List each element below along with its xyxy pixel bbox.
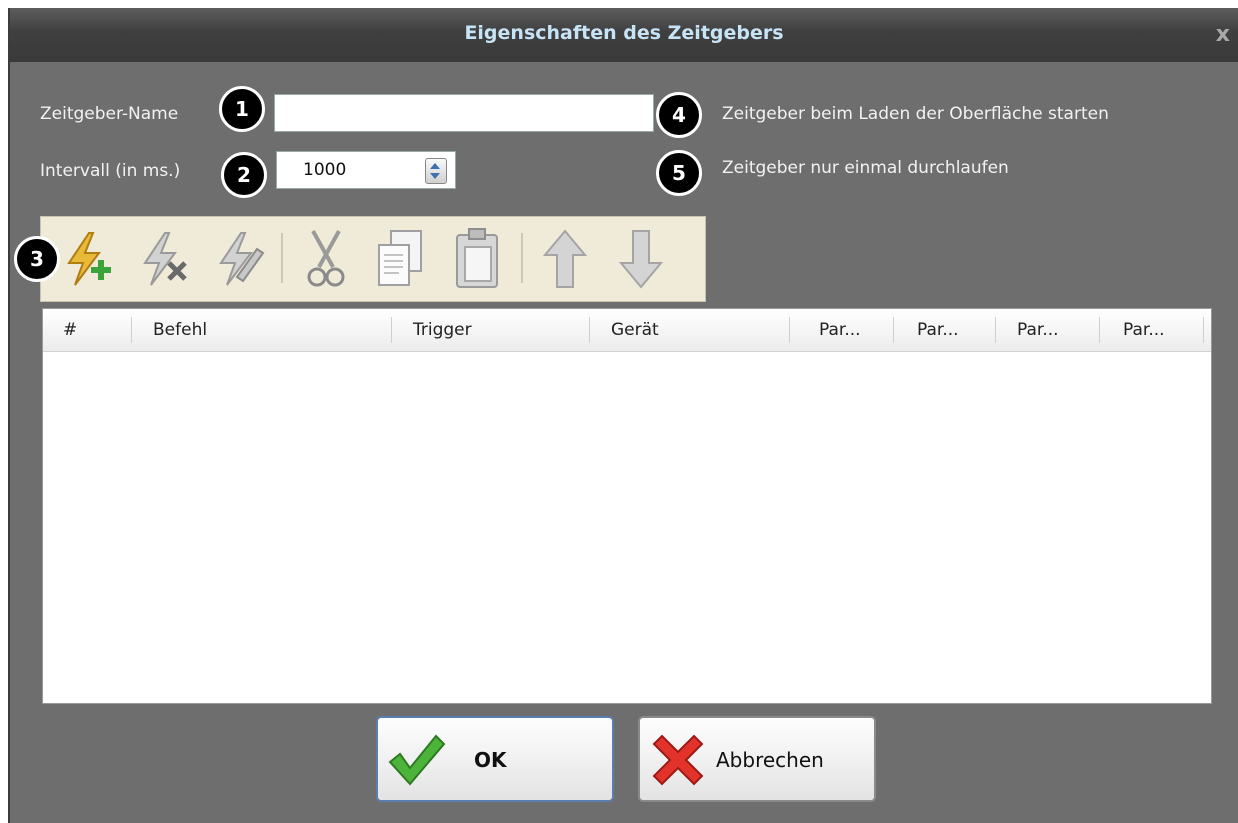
edit-command-icon[interactable] [207, 223, 267, 295]
column-header-param-2[interactable]: Par... [917, 309, 959, 351]
column-header-number[interactable]: # [63, 309, 77, 351]
column-header-param-3[interactable]: Par... [1017, 309, 1059, 351]
callout-marker-2: 2 [221, 152, 267, 198]
callout-marker-1: 1 [219, 86, 265, 132]
command-table[interactable]: # Befehl Trigger Gerät Par... Par... Par… [42, 308, 1212, 704]
ok-button[interactable]: OK [376, 716, 614, 802]
start-on-load-option[interactable]: Zeitgeber beim Laden der Oberfläche star… [722, 104, 1109, 124]
delete-command-icon[interactable] [131, 223, 191, 295]
ok-label: OK [474, 748, 507, 772]
callout-marker-3: 3 [14, 236, 60, 282]
spin-arrows-icon[interactable] [425, 158, 447, 184]
title-bar: Eigenschaften des Zeitgebers x [10, 8, 1238, 62]
timer-properties-dialog: Eigenschaften des Zeitgebers x Zeitgeber… [8, 8, 1238, 823]
interval-value[interactable]: 1000 [303, 160, 346, 180]
cut-icon[interactable] [295, 223, 355, 295]
cancel-label: Abbrechen [716, 748, 824, 772]
callout-marker-5: 5 [656, 150, 702, 196]
run-once-option[interactable]: Zeitgeber nur einmal durchlaufen [722, 158, 1009, 178]
interval-stepper[interactable]: 1000 [276, 151, 456, 189]
column-header-trigger[interactable]: Trigger [413, 309, 472, 351]
cancel-button[interactable]: Abbrechen [638, 716, 876, 802]
paste-icon[interactable] [447, 223, 507, 295]
column-header-device[interactable]: Gerät [611, 309, 659, 351]
copy-icon[interactable] [371, 223, 431, 295]
add-command-icon[interactable] [55, 223, 115, 295]
interval-label: Intervall (in ms.) [40, 161, 181, 181]
column-header-param-4[interactable]: Par... [1123, 309, 1165, 351]
red-x-icon [652, 734, 704, 786]
close-button[interactable]: x [1216, 22, 1230, 47]
timer-name-input[interactable] [274, 94, 654, 132]
column-header-param-1[interactable]: Par... [819, 309, 861, 351]
checkmark-icon [388, 734, 446, 786]
dialog-title: Eigenschaften des Zeitgebers [464, 22, 784, 44]
move-up-icon[interactable] [535, 223, 595, 295]
command-toolbar [40, 216, 706, 302]
move-down-icon[interactable] [611, 223, 671, 295]
callout-marker-4: 4 [656, 92, 702, 138]
timer-name-label: Zeitgeber-Name [40, 104, 179, 124]
table-header: # Befehl Trigger Gerät Par... Par... Par… [43, 309, 1211, 352]
column-header-command[interactable]: Befehl [153, 309, 207, 351]
